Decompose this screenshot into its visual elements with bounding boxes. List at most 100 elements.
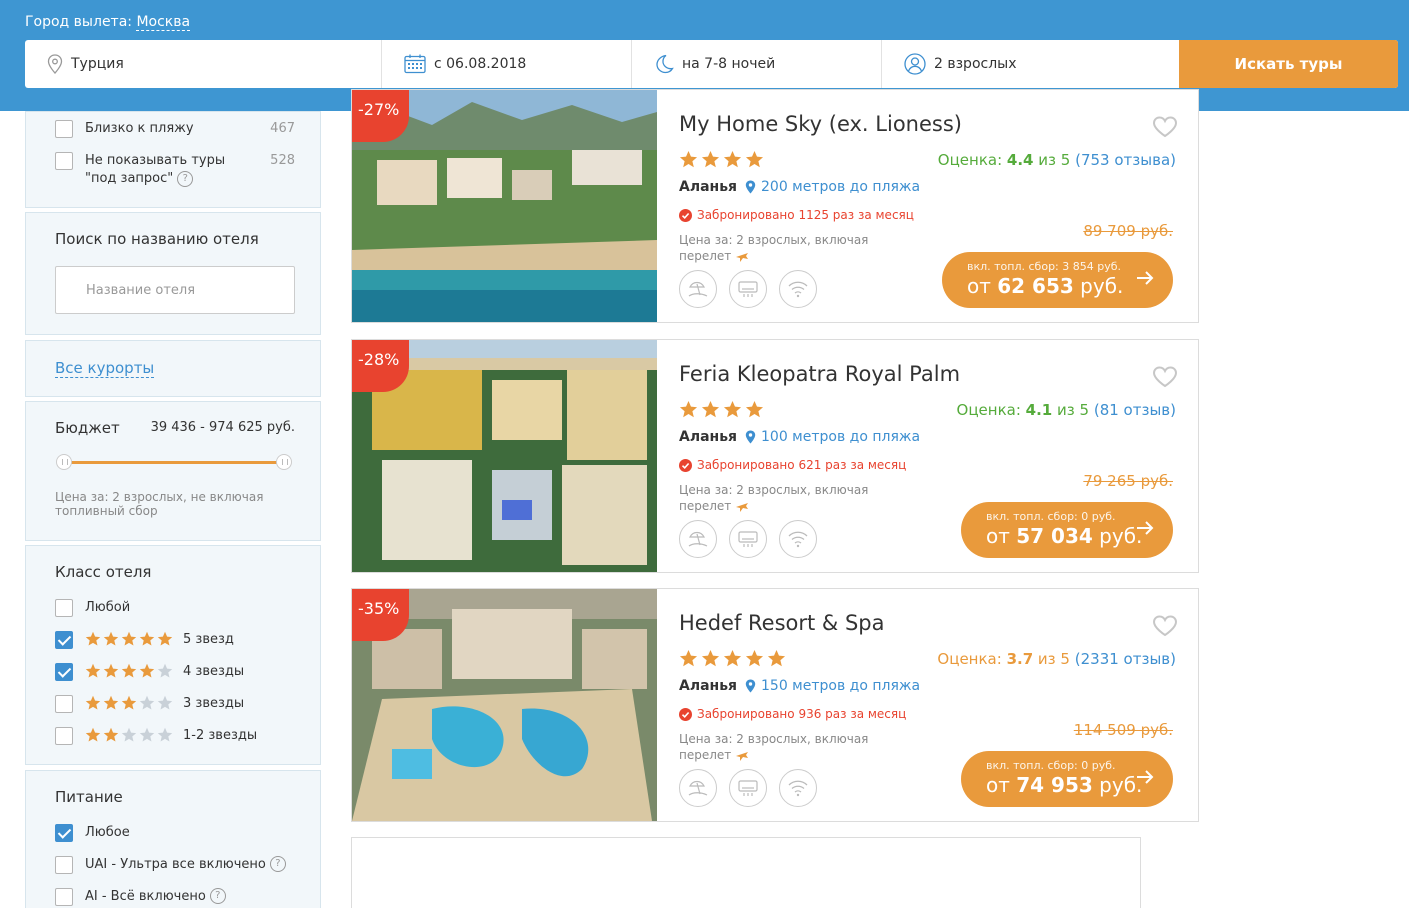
booking-stats: Забронировано 936 раз за месяц: [679, 707, 906, 721]
old-price: 114 509 руб.: [1073, 721, 1173, 739]
beach-distance-text: 200 метров до пляжа: [761, 179, 921, 195]
all-resorts-link[interactable]: Все курорты: [55, 359, 155, 378]
meal-checkbox[interactable]: [55, 856, 73, 874]
star-rating-icon: [85, 695, 175, 711]
amenity-air-conditioner[interactable]: [729, 520, 767, 558]
arrow-right-icon: [1137, 770, 1154, 784]
plane-icon: [736, 751, 749, 761]
hotel-class-option[interactable]: 3 звезды: [55, 695, 244, 713]
filter-beach[interactable]: Близко к пляжу: [55, 120, 194, 138]
budget-slider-track[interactable]: [64, 461, 284, 464]
price-for-note: Цена за: 2 взрослых, включая перелет: [679, 731, 879, 763]
departure-city: Город вылета: Москва: [25, 14, 191, 31]
meal-option[interactable]: UAI - Ультра все включено?: [55, 856, 286, 874]
air-conditioner-icon: [738, 281, 758, 297]
meal-option[interactable]: Любое: [55, 824, 130, 842]
rating-scale: из 5: [1037, 650, 1070, 668]
no-request-checkbox[interactable]: [55, 152, 73, 170]
hotel-name[interactable]: My Home Sky (ex. Lioness): [679, 112, 962, 136]
hotel-name-input[interactable]: [55, 266, 295, 314]
old-price: 89 709 руб.: [1083, 222, 1173, 240]
amenity-beach[interactable]: [679, 520, 717, 558]
fuel-fee: вкл. топл. сбор: 3 854 руб.: [967, 260, 1122, 273]
price-value: от 74 953 руб.: [986, 773, 1153, 797]
booking-stats: Забронировано 621 раз за месяц: [679, 458, 906, 472]
fuel-fee: вкл. топл. сбор: 0 руб.: [986, 759, 1116, 772]
meal-checkbox[interactable]: [55, 824, 73, 842]
hotel-rating: Оценка: 4.4 из 5 (753 отзыва): [938, 151, 1176, 169]
hotel-class-label: 1-2 звезды: [183, 728, 258, 743]
meal-checkbox[interactable]: [55, 888, 73, 906]
filter-no-request[interactable]: Не показывать туры "под запрос"?: [55, 152, 225, 188]
help-icon[interactable]: ?: [177, 170, 194, 187]
nights-value: на 7-8 ночей: [682, 56, 776, 72]
budget-min-handle[interactable]: [56, 454, 72, 470]
amenity-wifi[interactable]: [779, 520, 817, 558]
hotel-class-option[interactable]: Любой: [55, 599, 130, 617]
reviews-link[interactable]: (753 отзыва): [1075, 151, 1176, 169]
hotel-class-option[interactable]: 1-2 звезды: [55, 727, 257, 745]
tourists-field[interactable]: 2 взрослых: [882, 40, 1179, 88]
beach-checkbox[interactable]: [55, 120, 73, 138]
hotel-region: Аланья: [679, 678, 738, 694]
hotel-class-checkbox[interactable]: [55, 727, 73, 745]
heart-icon[interactable]: [1152, 366, 1178, 388]
meal-option[interactable]: AI - Всё включено?: [55, 888, 226, 906]
hotel-class-checkbox[interactable]: [55, 695, 73, 713]
air-conditioner-icon: [738, 780, 758, 796]
nights-field[interactable]: на 7-8 ночей: [632, 40, 882, 88]
budget-max-handle[interactable]: [276, 454, 292, 470]
beach-distance[interactable]: 150 метров до пляжа: [745, 678, 920, 694]
date-field[interactable]: с 06.08.2018: [382, 40, 632, 88]
hotel-region: Аланья: [679, 429, 738, 445]
hotel-name[interactable]: Hedef Resort & Spa: [679, 611, 885, 635]
price-currency: руб.: [1080, 274, 1124, 298]
country-field[interactable]: Турция: [25, 40, 382, 88]
price-button[interactable]: вкл. топл. сбор: 0 руб. от 74 953 руб.: [961, 751, 1173, 807]
hotel-name[interactable]: Feria Kleopatra Royal Palm: [679, 362, 960, 386]
hotel-card[interactable]: -35% Hedef Resort & Spa Оценка: 3.7 из 5…: [351, 588, 1199, 822]
no-request-label: Не показывать туры "под запрос"?: [85, 152, 225, 188]
beach-distance[interactable]: 200 метров до пляжа: [745, 179, 920, 195]
heart-icon[interactable]: [1152, 116, 1178, 138]
rating-value: 4.4: [1006, 151, 1034, 169]
price-for-line1: Цена за: 2 взрослых, включая: [679, 233, 869, 247]
amenity-wifi[interactable]: [779, 270, 817, 308]
reviews-count: 81 отзыв: [1099, 401, 1171, 419]
booking-stats-text: Забронировано 1125 раз за месяц: [697, 208, 914, 222]
no-request-count: 528: [270, 153, 295, 168]
hotel-card[interactable]: -27% My Home Sky (ex. Lioness) Оценка: 4…: [351, 89, 1199, 323]
reviews-link[interactable]: (2331 отзыв): [1075, 650, 1176, 668]
search-tours-button[interactable]: Искать туры: [1179, 40, 1398, 88]
help-icon[interactable]: ?: [209, 888, 226, 904]
booking-stats-text: Забронировано 621 раз за месяц: [697, 458, 907, 472]
price-amount: 74 953: [1016, 773, 1093, 797]
beach-icon: [688, 780, 708, 796]
location-pin-icon: [745, 180, 756, 194]
amenity-wifi[interactable]: [779, 769, 817, 807]
help-icon[interactable]: ?: [269, 856, 286, 872]
hotel-class-checkbox[interactable]: [55, 663, 73, 681]
rating-label: Оценка:: [937, 151, 1003, 169]
reviews-link[interactable]: (81 отзыв): [1094, 401, 1176, 419]
heart-icon[interactable]: [1152, 615, 1178, 637]
price-for-note: Цена за: 2 взрослых, включая перелет: [679, 232, 879, 264]
hotel-class-option[interactable]: 5 звезд: [55, 631, 234, 649]
budget-note: Цена за: 2 взрослых, не включая топливны…: [55, 490, 264, 518]
amenity-beach[interactable]: [679, 270, 717, 308]
hotel-class-option[interactable]: 4 звезды: [55, 663, 244, 681]
beach-distance[interactable]: 100 метров до пляжа: [745, 429, 920, 445]
amenity-air-conditioner[interactable]: [729, 769, 767, 807]
price-button[interactable]: вкл. топл. сбор: 0 руб. от 57 034 руб.: [961, 502, 1173, 558]
hotel-class-checkbox[interactable]: [55, 599, 73, 617]
wifi-icon: [788, 281, 808, 298]
beach-icon: [688, 531, 708, 547]
price-button[interactable]: вкл. топл. сбор: 3 854 руб. от 62 653 ру…: [942, 252, 1173, 308]
hotel-card[interactable]: -28% Feria Kleopatra Royal Palm Оценка: …: [351, 339, 1199, 573]
amenity-air-conditioner[interactable]: [729, 270, 767, 308]
amenity-beach[interactable]: [679, 769, 717, 807]
check-circle-icon: [679, 208, 692, 222]
budget-panel: Бюджет 39 436 - 974 625 руб. Цена за: 2 …: [25, 401, 321, 541]
hotel-class-checkbox[interactable]: [55, 631, 73, 649]
departure-city-link[interactable]: Москва: [136, 14, 191, 31]
